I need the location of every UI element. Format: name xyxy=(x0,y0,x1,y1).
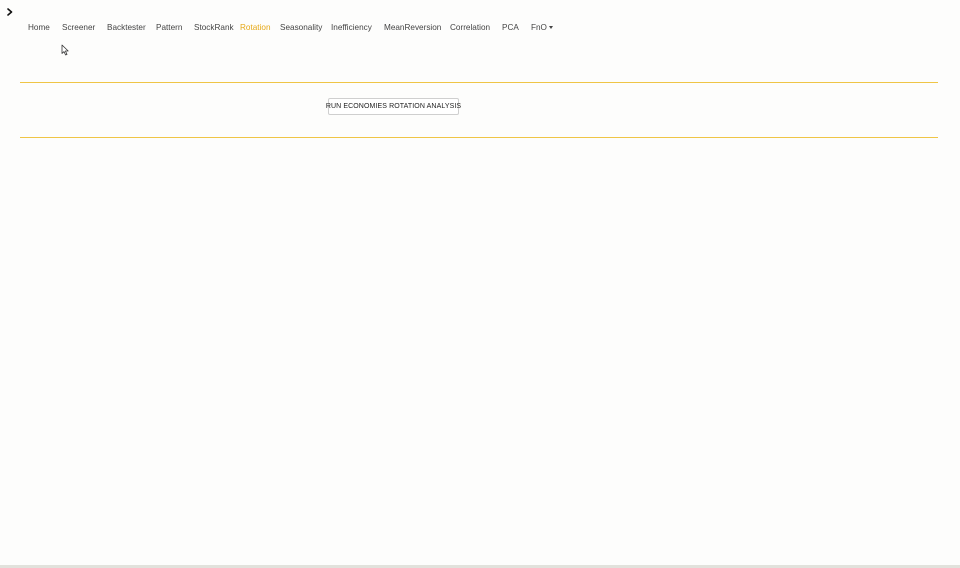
nav-item-correlation[interactable]: Correlation xyxy=(450,19,490,37)
nav-item-fno-dropdown[interactable]: FnO xyxy=(531,19,553,37)
nav-item-meanreversion[interactable]: MeanReversion xyxy=(384,19,441,37)
nav-item-pca[interactable]: PCA xyxy=(502,19,519,37)
nav-item-stockrank[interactable]: StockRank xyxy=(194,19,234,37)
nav-item-pattern[interactable]: Pattern xyxy=(156,19,182,37)
nav-item-home[interactable]: Home xyxy=(28,19,50,37)
chevron-right-icon xyxy=(7,8,13,16)
top-navbar: Home Screener Backtester Pattern StockRa… xyxy=(0,19,960,37)
nav-item-rotation[interactable]: Rotation xyxy=(240,19,271,37)
section-divider-bottom xyxy=(20,137,938,138)
nav-item-seasonality[interactable]: Seasonality xyxy=(280,19,322,37)
run-economies-rotation-analysis-button[interactable]: RUN ECONOMIES ROTATION ANALYSIS xyxy=(326,98,461,115)
nav-item-fno-label: FnO xyxy=(531,23,547,32)
nav-item-screener[interactable]: Screener xyxy=(62,19,95,37)
section-divider-top xyxy=(20,82,938,83)
nav-item-backtester[interactable]: Backtester xyxy=(107,19,146,37)
mouse-pointer-icon xyxy=(61,43,70,56)
nav-item-inefficiency[interactable]: Inefficiency xyxy=(331,19,372,37)
page: Home Screener Backtester Pattern StockRa… xyxy=(0,0,960,568)
sidebar-toggle[interactable] xyxy=(5,6,15,18)
caret-down-icon xyxy=(548,26,553,29)
